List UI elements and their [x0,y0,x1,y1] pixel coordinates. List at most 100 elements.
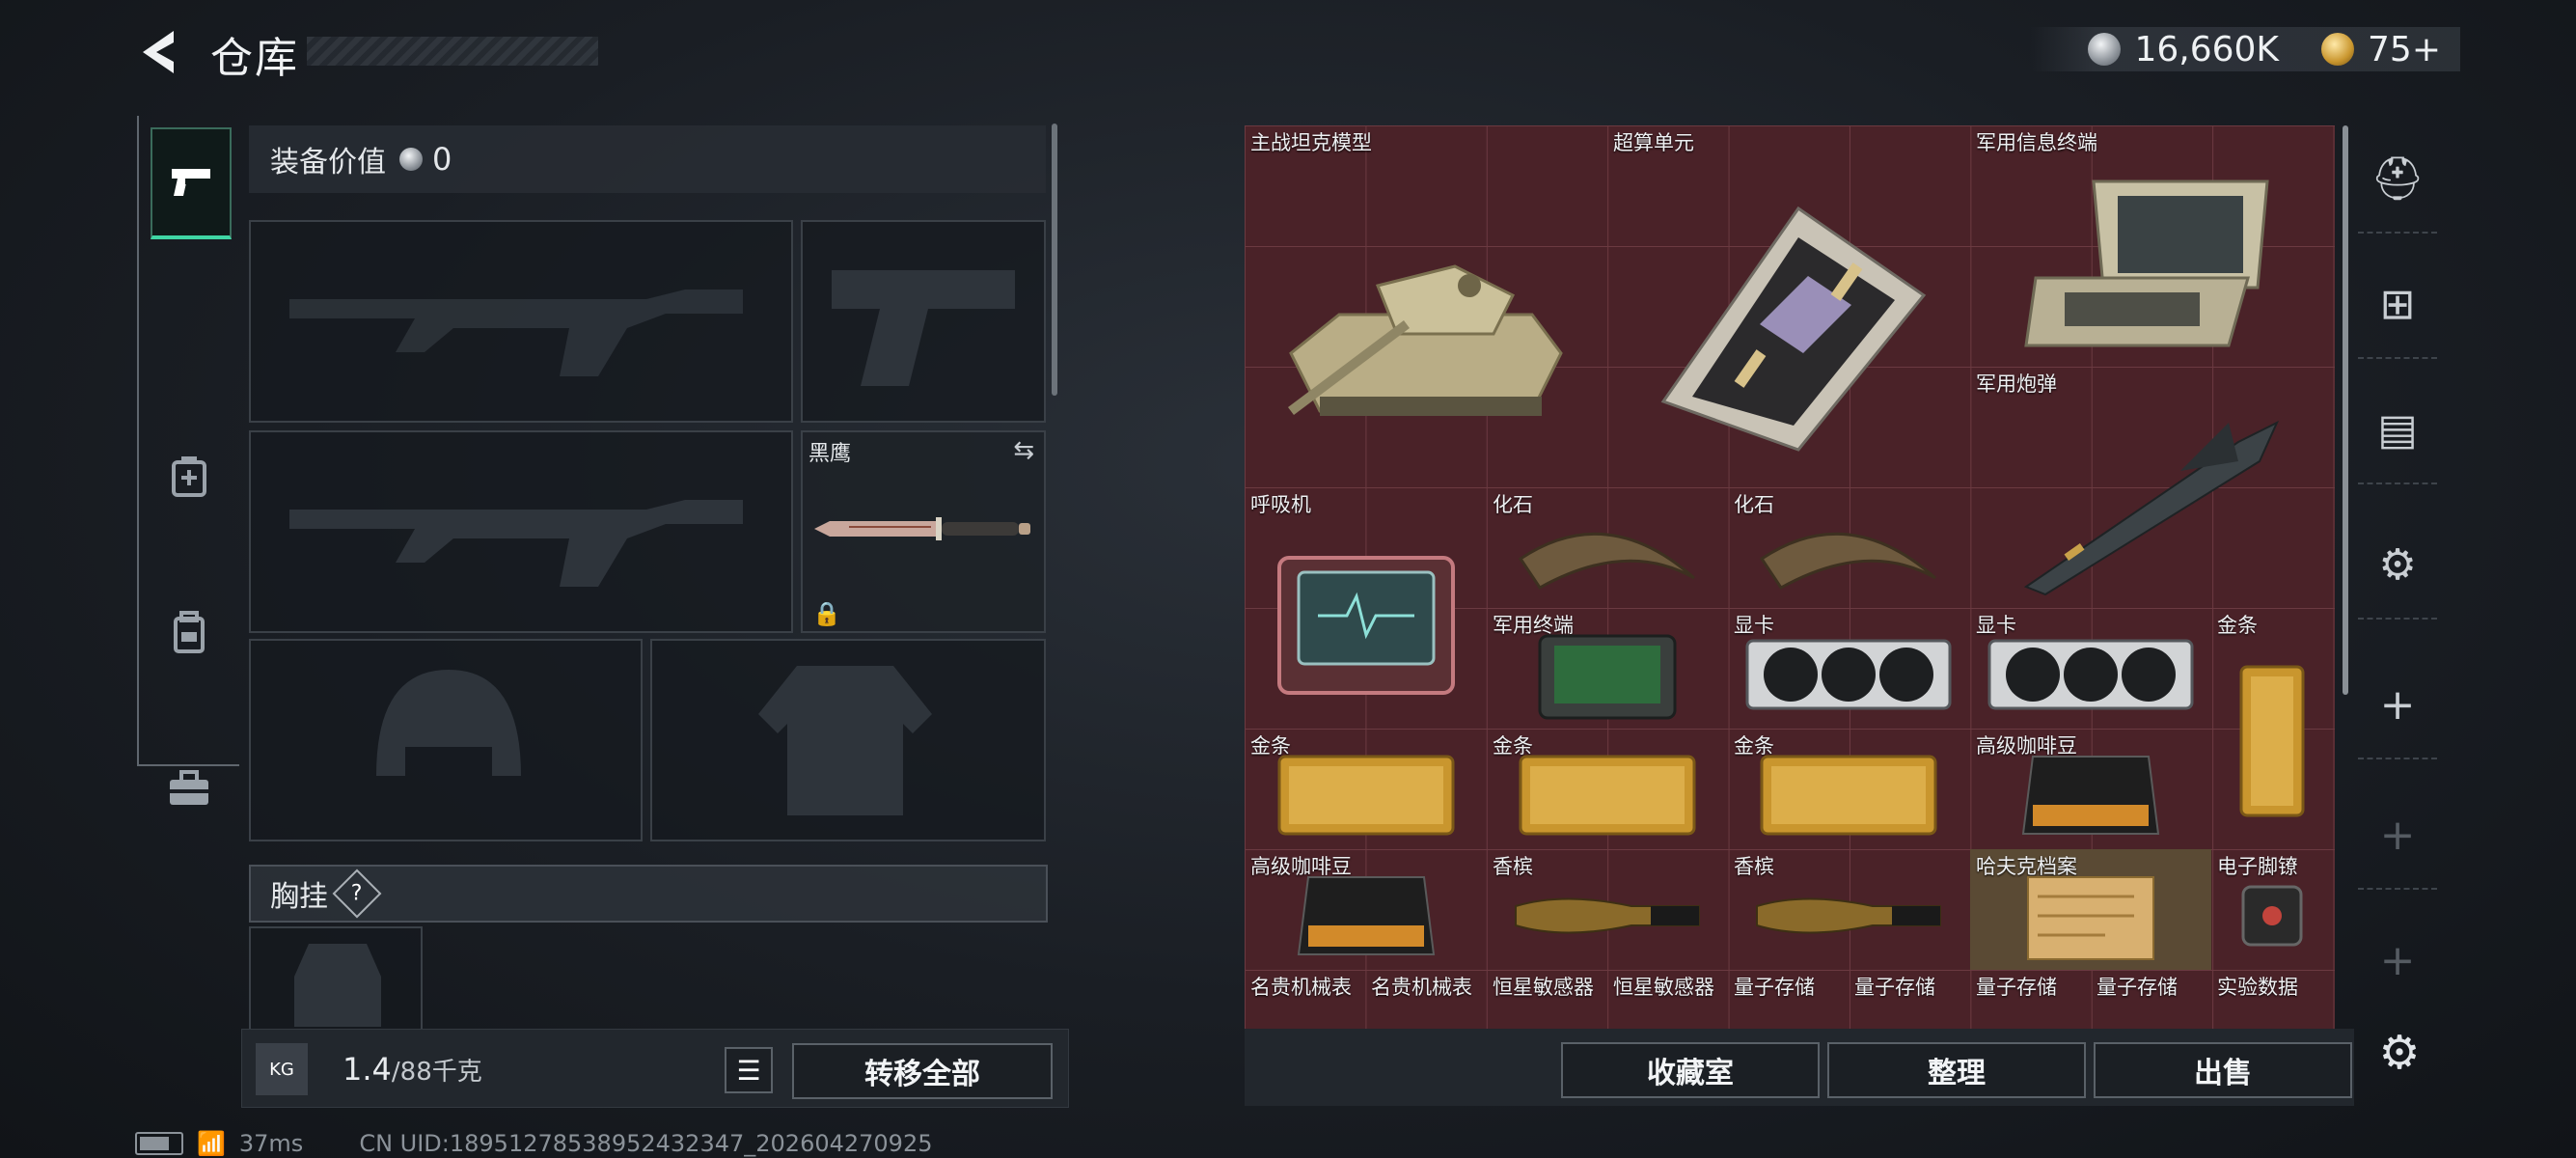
plus-icon[interactable]: + [2358,782,2437,890]
stash-item[interactable]: 主战坦克模型 [1245,125,1607,487]
lock-icon: 🔒 [812,600,841,627]
helmet-slot[interactable] [249,639,643,841]
swap-icon[interactable]: ⇆ [1013,436,1034,465]
stash-item[interactable]: 香槟 [1487,849,1728,970]
primary-weapon-slot[interactable] [249,220,793,423]
stash-scrollbar[interactable] [2343,125,2348,695]
tab-toolbox[interactable] [151,735,228,841]
currency-bar: 16,660K 75+ [2030,27,2460,71]
champagne-icon [1756,897,1941,934]
stash-item[interactable]: 恒星敏感器 [1487,970,1607,1033]
wifi-icon: 📶 [197,1130,226,1157]
stash-item[interactable]: 金条 [2211,608,2333,849]
stash-item[interactable]: 化石 [1728,487,1969,608]
backpack-icon [174,611,205,653]
stash-item[interactable]: 呼吸机 [1245,487,1487,729]
stash-item[interactable]: 金条 [1728,729,1969,849]
equipment-scrollbar[interactable] [1052,124,1057,396]
settings-gear-icon[interactable]: ⚙ [2368,1021,2431,1085]
stash-item[interactable]: 军用终端 [1487,608,1728,729]
vest-silhouette-icon [294,944,381,1027]
plus-icon[interactable]: + [2358,651,2437,759]
collection-room-button[interactable]: 收藏室 [1561,1042,1820,1098]
equipment-value: 0 [432,141,452,178]
transfer-all-button[interactable]: 转移全部 [792,1043,1053,1099]
list-view-button[interactable]: ☰ [725,1047,773,1093]
organize-button[interactable]: 整理 [1827,1042,2086,1098]
stash-item[interactable]: 实验数据 [2211,970,2333,1033]
stash-item[interactable]: 显卡 [1728,608,1969,729]
vehicle-icon[interactable]: ⚙ [2358,511,2437,620]
coffee-bag-icon [2021,755,2160,835]
ankle-monitor-icon [2241,885,2303,947]
gold-bar-icon [1519,755,1696,836]
stash-item[interactable]: 金条 [1245,729,1487,849]
equipment-value-header: 装备价值 0 [249,125,1046,193]
item-name: 金条 [2217,614,2258,637]
ping-text: 37ms [238,1130,304,1157]
tab-medical[interactable] [151,423,228,529]
stash-item[interactable]: 超算单元 [1607,125,1970,487]
weight-max: /88千克 [391,1058,482,1087]
stash-grid[interactable]: 主战坦克模型 超算单元 军用信息终端 军用炮弹 呼吸机 化石 化石 军用终端 显… [1245,125,2335,1033]
silver-coin-icon [2088,33,2122,66]
item-name: 呼吸机 [1250,493,1311,516]
stash-item[interactable]: 军用信息终端 [1970,125,2333,367]
weight-icon: KG [256,1043,308,1095]
gold-bar-icon [1277,755,1454,836]
fossil-claw-icon [1518,532,1695,590]
fossil-claw-icon [1759,532,1936,590]
secondary-weapon-slot[interactable] [801,220,1046,423]
weight-text: 1.4/88千克 [343,1051,482,1088]
back-arrow-icon[interactable] [135,27,183,77]
stash-item[interactable]: 高级咖啡豆 [1970,729,2211,849]
chest-rig-slot[interactable] [249,926,423,1036]
knife-icon [814,517,1030,540]
stash-item[interactable]: 金条 [1487,729,1728,849]
item-name: 香槟 [1493,855,1533,878]
item-name: 量子存储 [1854,976,1935,999]
stash-item[interactable]: 哈夫克档案 [1970,849,2211,970]
rifle-silhouette-icon [289,290,743,376]
stash-item[interactable]: 量子存储 [2091,970,2211,1033]
melee-weapon-slot[interactable]: 黑鹰 ⇆ 🔒 [801,430,1046,633]
stash-item[interactable]: 电子脚镣 [2211,849,2333,970]
stash-item[interactable]: 名贵机械表 [1245,970,1365,1033]
stash-item[interactable]: 名贵机械表 [1365,970,1487,1033]
item-name: 军用信息终端 [1976,131,2097,154]
stash-item[interactable]: 显卡 [1970,608,2211,729]
chest-rig-label: 胸挂 [270,880,328,914]
military-terminal-small-icon [1538,634,1677,720]
sell-button[interactable]: 出售 [2094,1042,2352,1098]
item-name: 实验数据 [2217,976,2298,999]
chest-rig-header: 胸挂 ? [249,865,1048,923]
battery-icon [135,1132,183,1155]
stash-item[interactable]: 量子存储 [1849,970,1970,1033]
item-name: 超算单元 [1613,131,1694,154]
stash-item[interactable]: 量子存储 [1970,970,2091,1033]
armor-slot[interactable] [650,639,1046,841]
item-name: 量子存储 [2096,976,2178,999]
item-name: 恒星敏感器 [1613,976,1714,999]
tab-weapons[interactable] [151,127,232,239]
stash-item[interactable]: 高级咖啡豆 [1245,849,1487,970]
help-icon[interactable]: ? [332,868,382,919]
plus-icon[interactable]: + [2358,907,2437,1013]
artillery-shell-icon [2023,420,2280,595]
add-level-icon[interactable]: ⊞ [2358,251,2437,359]
stash-item[interactable]: 军用炮弹 [1970,367,2333,608]
stash-item[interactable]: 香槟 [1728,849,1969,970]
weight-current: 1.4 [343,1051,392,1088]
stash-item[interactable]: 化石 [1487,487,1728,608]
silver-coin-icon [399,148,423,171]
folder-icon[interactable]: ▤ [2358,376,2437,484]
helmet-icon[interactable]: ⛑ [2358,125,2437,234]
gold-amount[interactable]: 75+ [2368,30,2441,69]
pistol-icon [172,169,210,196]
stash-item[interactable]: 恒星敏感器 [1607,970,1728,1033]
item-name: 主战坦克模型 [1250,131,1372,154]
military-terminal-icon [2024,179,2269,346]
secondary-rifle-slot[interactable] [249,430,793,633]
tab-backpack[interactable] [151,579,228,685]
stash-item[interactable]: 量子存储 [1728,970,1849,1033]
